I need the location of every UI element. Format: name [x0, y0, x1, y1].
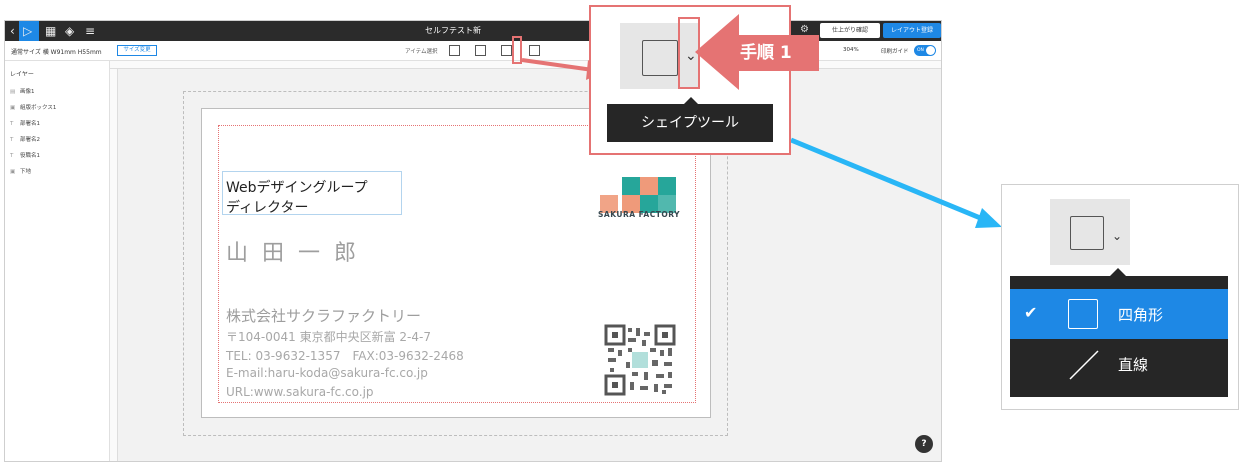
text-icon: T — [10, 121, 14, 127]
layer-item[interactable]: T 部署名1 — [10, 119, 40, 127]
tel-fax-text[interactable]: TEL: 03-9632-1357 FAX:03-9632-2468 — [226, 347, 464, 364]
help-button[interactable]: ? — [915, 435, 933, 453]
text-icon: T — [10, 137, 14, 143]
image-icon: ▤ — [10, 89, 16, 95]
register-layout-button[interactable]: レイアウト登録 — [883, 23, 941, 38]
text-icon: T — [10, 153, 14, 159]
menu-item-rectangle[interactable]: ✔ 四角形 — [1010, 289, 1228, 339]
size-text: 通常サイズ 横 W91mm H55mm — [11, 49, 102, 56]
layers-panel: レイヤー ▤ 画像1 ▣ 組版ボックス1 T 部署名1 T 部署名2 T 役職名1 ▣ 下地 — [5, 61, 110, 461]
menu-caret — [1110, 268, 1126, 276]
shape-tool-icon[interactable] — [501, 45, 512, 56]
step-label: 手順 1 — [740, 43, 792, 63]
confirm-button[interactable]: 仕上がり確認 — [820, 23, 880, 38]
text-tool-icon[interactable] — [449, 45, 460, 56]
layers-title: レイヤー — [10, 71, 34, 78]
print-guide-label: 印刷ガイド — [881, 49, 909, 55]
align-icon[interactable]: ≡ — [85, 23, 95, 39]
document-title: セルフテスト新 — [425, 26, 481, 35]
layer-item[interactable]: T 部署名2 — [10, 135, 40, 143]
print-guide-toggle[interactable]: ON — [914, 45, 936, 56]
layer-item[interactable]: ▣ 下地 — [10, 167, 31, 175]
rectangle-icon — [1068, 299, 1098, 329]
root: ‹ ▷ ▦ ◈ ≡ セルフテスト新 ⚙ 仕上がり確認 レイアウト登録 通常サイズ… — [0, 0, 1242, 465]
shape-menu: ✔ 四角形 直線 — [1010, 276, 1228, 397]
blue-connector-head — [975, 208, 1002, 228]
size-change-button[interactable]: サイズ変更 — [117, 45, 157, 56]
zoom-level[interactable]: 304% — [843, 47, 859, 53]
back-icon[interactable]: ‹ — [10, 23, 15, 39]
layer-item[interactable]: ▤ 画像1 — [10, 87, 35, 95]
layer-item[interactable]: T 役職名1 — [10, 151, 40, 159]
pointer-icon: ▷ — [23, 24, 33, 38]
line-icon — [1069, 350, 1099, 380]
shape-tool-button[interactable]: ⌄ — [1050, 199, 1130, 265]
department-text[interactable]: Webデザイングループ ディレクター — [226, 178, 368, 218]
ruler-vertical — [110, 69, 118, 461]
company-name[interactable]: 株式会社サクラファクトリー — [226, 305, 421, 326]
tooltip: シェイプツール — [607, 104, 773, 142]
dropdown-callout: ⌄ ✔ 四角形 直線 — [1001, 184, 1239, 410]
menu-item-line[interactable]: 直線 — [1010, 339, 1228, 389]
layer-item[interactable]: ▣ 組版ボックス1 — [10, 103, 56, 111]
item-select-label: アイテム選択 — [405, 49, 438, 55]
square-icon — [1070, 216, 1104, 250]
url-text[interactable]: URL:www.sakura-fc.co.jp — [226, 385, 374, 399]
layers-icon[interactable]: ◈ — [65, 23, 74, 39]
chevron-down-icon: ⌄ — [1112, 229, 1123, 243]
address-text[interactable]: 〒104-0041 東京都中央区新富 2-4-7 — [226, 328, 431, 345]
logo-text: SAKURA FACTORY — [598, 210, 681, 219]
check-icon: ✔ — [1024, 303, 1038, 322]
person-name[interactable]: 山田一郎 — [226, 235, 370, 267]
image-tool-icon[interactable] — [475, 45, 486, 56]
frame-tool-icon[interactable] — [529, 45, 540, 56]
textbox-icon: ▣ — [10, 105, 16, 111]
email-text[interactable]: E-mail:haru-koda@sakura-fc.co.jp — [226, 366, 428, 380]
grid-icon[interactable]: ▦ — [45, 23, 56, 39]
qr-code[interactable] — [604, 324, 676, 396]
background-icon: ▣ — [10, 169, 16, 175]
pointer-tool[interactable]: ▷ — [19, 21, 39, 41]
square-icon — [642, 40, 678, 76]
